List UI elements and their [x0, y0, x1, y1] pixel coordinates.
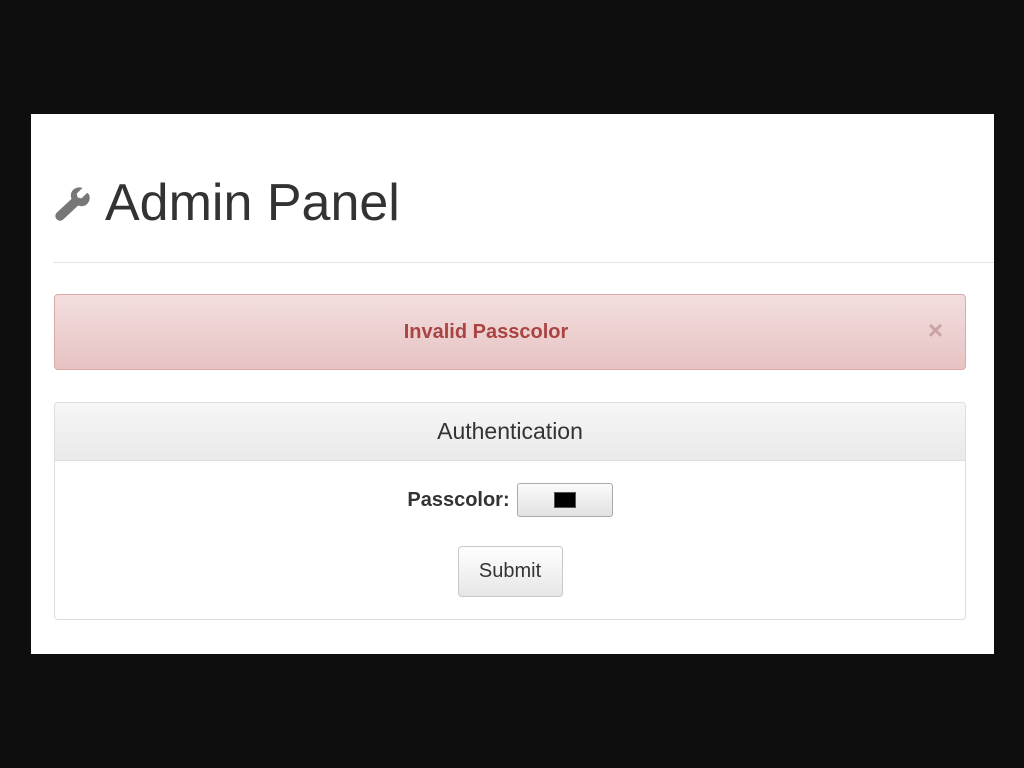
header-divider [53, 262, 994, 263]
wrench-icon [55, 187, 90, 221]
panel-heading: Authentication [55, 403, 965, 461]
page-title: Admin Panel [105, 174, 400, 232]
submit-button[interactable]: Submit [457, 546, 563, 597]
authentication-panel: Authentication Passcolor: Submit [54, 402, 966, 620]
passcolor-picker[interactable] [516, 483, 613, 517]
error-alert: Invalid Passcolor × [54, 294, 966, 370]
passcolor-label: Passcolor: [407, 488, 510, 511]
close-icon[interactable]: × [928, 317, 943, 343]
page-header: Admin Panel [53, 170, 400, 236]
admin-panel-page: Admin Panel Invalid Passcolor × Authenti… [31, 114, 994, 654]
color-swatch [553, 492, 576, 508]
submit-row: Submit [55, 546, 965, 597]
passcolor-row: Passcolor: [55, 483, 965, 517]
alert-message: Invalid Passcolor [403, 320, 569, 343]
